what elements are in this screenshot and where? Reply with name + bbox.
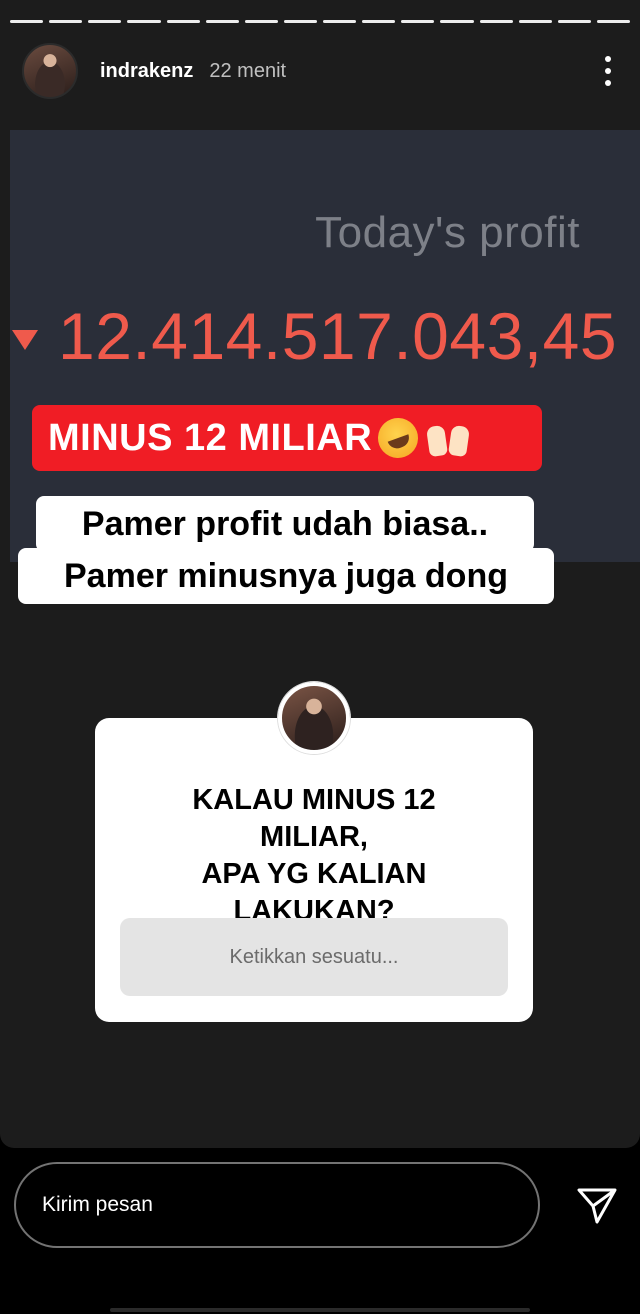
- send-message-input[interactable]: Kirim pesan: [14, 1162, 540, 1248]
- story-progress-segment: [362, 20, 396, 23]
- story-progress-segment: [88, 20, 122, 23]
- user-avatar[interactable]: [22, 43, 78, 99]
- send-icon[interactable]: [576, 1186, 618, 1226]
- story-frame: indrakenz 22 menit Today's profit 12.414…: [0, 0, 640, 1148]
- story-progress-segment: [323, 20, 357, 23]
- story-progress-segment: [557, 20, 591, 23]
- caption-line-1: Pamer profit udah biasa..: [36, 496, 534, 552]
- profit-value: 12.414.517.043,45: [58, 299, 618, 373]
- question-sticker[interactable]: KALAU MINUS 12 MILIAR, APA YG KALIAN LAK…: [95, 718, 533, 1022]
- story-progress-segment: [205, 20, 239, 23]
- question-text: KALAU MINUS 12 MILIAR, APA YG KALIAN LAK…: [192, 784, 436, 927]
- triangle-down-icon: [12, 330, 38, 350]
- minus-caption-tag: MINUS 12 MILIAR: [32, 405, 542, 471]
- story-progress-segment: [166, 20, 200, 23]
- story-progress-segment: [479, 20, 513, 23]
- home-indicator: [110, 1308, 530, 1312]
- caption-line-2: Pamer minusnya juga dong: [18, 548, 554, 604]
- story-progress-segment: [518, 20, 552, 23]
- send-message-placeholder: Kirim pesan: [42, 1193, 153, 1216]
- story-progress-segment: [49, 20, 83, 23]
- story-progress-segment: [127, 20, 161, 23]
- story-progress-segment: [283, 20, 317, 23]
- story-progress-segment: [401, 20, 435, 23]
- post-time: 22 menit: [209, 59, 287, 82]
- username[interactable]: indrakenz: [100, 60, 193, 83]
- story-progress-bar: [10, 20, 630, 23]
- question-answer-input[interactable]: Ketikkan sesuatu...: [120, 918, 508, 996]
- story-progress-segment: [440, 20, 474, 23]
- profit-label: Today's profit: [315, 208, 580, 257]
- story-header: indrakenz 22 menit: [22, 43, 620, 99]
- profit-row: 12.414.517.043,45: [12, 298, 617, 374]
- question-answer-placeholder: Ketikkan sesuatu...: [229, 945, 399, 968]
- raising-hands-emoji-icon: [424, 418, 472, 458]
- story-progress-segment: [596, 20, 630, 23]
- story-progress-segment: [244, 20, 278, 23]
- rofl-emoji-icon: [372, 412, 424, 464]
- more-vertical-icon[interactable]: [598, 51, 618, 91]
- question-avatar: [278, 682, 350, 754]
- minus-caption-text: MINUS 12 MILIAR: [48, 416, 373, 459]
- story-progress-segment: [10, 20, 44, 23]
